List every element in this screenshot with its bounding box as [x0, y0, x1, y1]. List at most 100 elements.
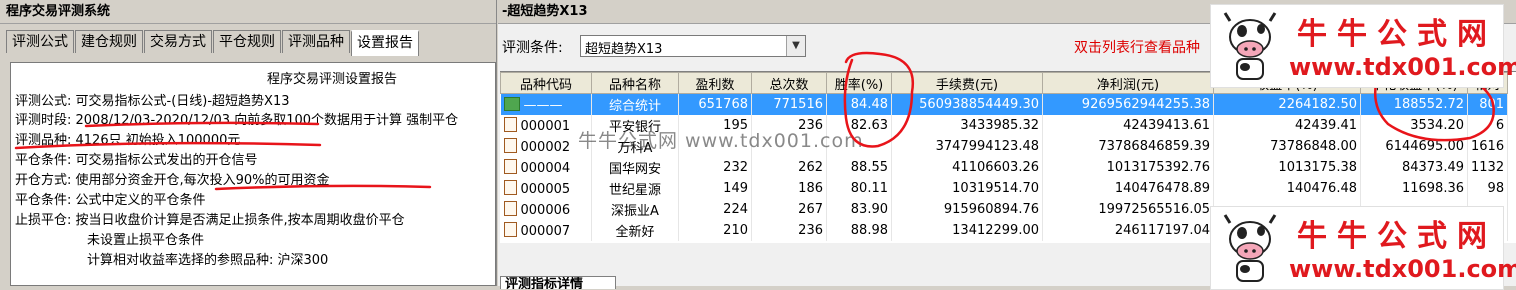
document-icon: [503, 180, 517, 195]
cell-profit-text: 1013175392.76: [1106, 160, 1210, 175]
cell-relative: 1132: [1467, 157, 1509, 178]
cell-return-text: 42439.41: [1294, 118, 1357, 133]
cell-fee: 41106603.26: [891, 157, 1043, 178]
cell-rate: 80.11: [826, 178, 892, 199]
col-fee[interactable]: 手续费(元): [891, 72, 1043, 94]
cell-code-text: 000004: [520, 161, 571, 176]
cell-fee-text: 41106603.26: [952, 160, 1039, 175]
chevron-down-icon[interactable]: ▼: [786, 36, 805, 56]
table-row[interactable]: ——— 综合统计 651768 771516 84.48 560938854449.30 9…: [500, 93, 1509, 115]
cell-name-text: 综合统计: [608, 99, 661, 114]
cell-wins: 232: [678, 157, 752, 178]
cell-name-text: 国华网安: [608, 162, 661, 177]
brand-watermark-bottom: 牛牛公式网 www.tdx001.com: [1210, 206, 1516, 290]
condition-label: 评测条件:: [502, 40, 563, 56]
cell-fee: 3433985.32: [891, 115, 1043, 136]
cell-return-text: 2264182.50: [1278, 97, 1357, 112]
cell-fee-text: 10319514.70: [952, 181, 1039, 196]
cell-annual: 188552.72: [1360, 93, 1468, 115]
cell-relative: 1616: [1467, 136, 1509, 157]
cell-wins-text: 210: [723, 223, 748, 238]
cell-fee: 13412299.00: [891, 220, 1043, 241]
cell-profit: 246117197.04: [1042, 220, 1214, 241]
cell-code: 000004: [500, 157, 592, 178]
report-line: 评测时段: 2008/12/03-2020/12/03 向前多取100个数据用于…: [15, 113, 459, 128]
cell-wins-text: 232: [723, 160, 748, 175]
condition-select[interactable]: 超短趋势X13 ▼: [580, 35, 806, 57]
cell-fee-text: 3433985.32: [960, 118, 1039, 133]
tab-open-rules[interactable]: 建仓规则: [75, 30, 143, 53]
cell-total-text: 186: [798, 181, 823, 196]
cell-profit: 73786846859.39: [1042, 136, 1214, 157]
cow-logo-icon: [1223, 12, 1277, 80]
report-textarea[interactable]: 程序交易评测设置报告 评测公式: 可交易指标公式-(日线)-超短趋势X13 评测…: [10, 62, 496, 286]
cell-annual: 84373.49: [1360, 157, 1468, 178]
cell-relative-text: 98: [1487, 181, 1505, 196]
col-total[interactable]: 总次数: [751, 72, 827, 94]
col-wins[interactable]: 盈利数: [678, 72, 752, 94]
cell-rate: 88.98: [826, 220, 892, 241]
cell-total-text: 236: [798, 223, 823, 238]
cell-profit-text: 140476478.89: [1114, 181, 1210, 196]
cell-fee: 10319514.70: [891, 178, 1043, 199]
table-row[interactable]: 000004 国华网安 232 262 88.55 41106603.26 10131753…: [500, 157, 1509, 178]
report-line: 开仓方式: 使用部分资金开仓,每次投入90%的可用资金: [15, 173, 330, 188]
condition-value: 超短趋势X13: [585, 42, 663, 57]
cell-name: 世纪星源: [591, 178, 679, 199]
report-line: 计算相对收益率选择的参照品种: 沪深300: [87, 253, 329, 268]
cell-wins-text: 651768: [698, 97, 748, 112]
cell-profit: 42439413.61: [1042, 115, 1214, 136]
tab-close-rules[interactable]: 平仓规则: [213, 30, 281, 53]
cell-name: 全新好: [591, 220, 679, 241]
left-window-title: 程序交易评测系统: [0, 0, 496, 24]
cell-code-text: 000001: [520, 119, 571, 134]
cell-rate-text: 80.11: [850, 181, 888, 196]
cell-rate: 84.48: [826, 93, 892, 115]
brand-url: www.tdx001.com: [1289, 255, 1516, 283]
cell-rate: 83.90: [826, 199, 892, 220]
cell-return-text: 140476.48: [1286, 181, 1357, 196]
cell-return: 1013175.38: [1213, 157, 1361, 178]
cell-relative-text: 1132: [1471, 160, 1505, 175]
col-code[interactable]: 品种代码: [500, 72, 592, 94]
cell-total-text: 262: [798, 160, 823, 175]
cell-return: 73786848.00: [1213, 136, 1361, 157]
cell-profit-text: 9269562944255.38: [1081, 97, 1210, 112]
cell-profit: 140476478.89: [1042, 178, 1214, 199]
cell-code-text: 000007: [520, 224, 571, 239]
brand-name: 牛牛公式网: [1297, 219, 1497, 254]
cell-profit-text: 73786846859.39: [1098, 139, 1210, 154]
cell-fee-text: 3747994123.48: [935, 139, 1039, 154]
report-line: 评测公式: 可交易指标公式-(日线)-超短趋势X13: [15, 94, 290, 109]
tab-instruments[interactable]: 评测品种: [282, 30, 350, 53]
brand-url: www.tdx001.com: [1289, 53, 1516, 81]
document-icon: [503, 201, 517, 216]
cell-code: ———: [500, 93, 592, 115]
cell-return-text: 1013175.38: [1278, 160, 1357, 175]
cell-annual-text: 11698.36: [1401, 181, 1464, 196]
table-row[interactable]: 000005 世纪星源 149 186 80.11 10319514.70 14047647…: [500, 178, 1509, 199]
cell-code-text: 000005: [520, 182, 571, 197]
tab-metrics-detail[interactable]: 评测指标详情: [500, 276, 616, 289]
cell-return-text: 73786848.00: [1270, 139, 1357, 154]
col-rate[interactable]: 胜率(%): [826, 72, 892, 94]
tab-trade-mode[interactable]: 交易方式: [144, 30, 212, 53]
cell-annual-text: 188552.72: [1393, 97, 1464, 112]
cell-name: 综合统计: [591, 93, 679, 115]
cell-wins-text: 224: [723, 202, 748, 217]
cell-profit: 9269562944255.38: [1042, 93, 1214, 115]
cell-annual-text: 6144695.00: [1385, 139, 1464, 154]
tab-report[interactable]: 设置报告: [351, 30, 419, 56]
cell-fee: 3747994123.48: [891, 136, 1043, 157]
cell-annual-text: 3534.20: [1410, 118, 1464, 133]
report-line: 平仓条件: 公式中定义的平仓条件: [15, 193, 206, 208]
cell-code: 000006: [500, 199, 592, 220]
col-profit[interactable]: 净利润(元): [1042, 72, 1214, 94]
col-name[interactable]: 品种名称: [591, 72, 679, 94]
cell-wins: 224: [678, 199, 752, 220]
tab-formula[interactable]: 评测公式: [6, 30, 74, 53]
cell-relative-text: 801: [1479, 97, 1505, 112]
report-line: 平仓条件: 可交易指标公式发出的开仓信号: [15, 153, 258, 168]
cell-return: 2264182.50: [1213, 93, 1361, 115]
report-line: 未设置止损平仓条件: [87, 233, 205, 248]
